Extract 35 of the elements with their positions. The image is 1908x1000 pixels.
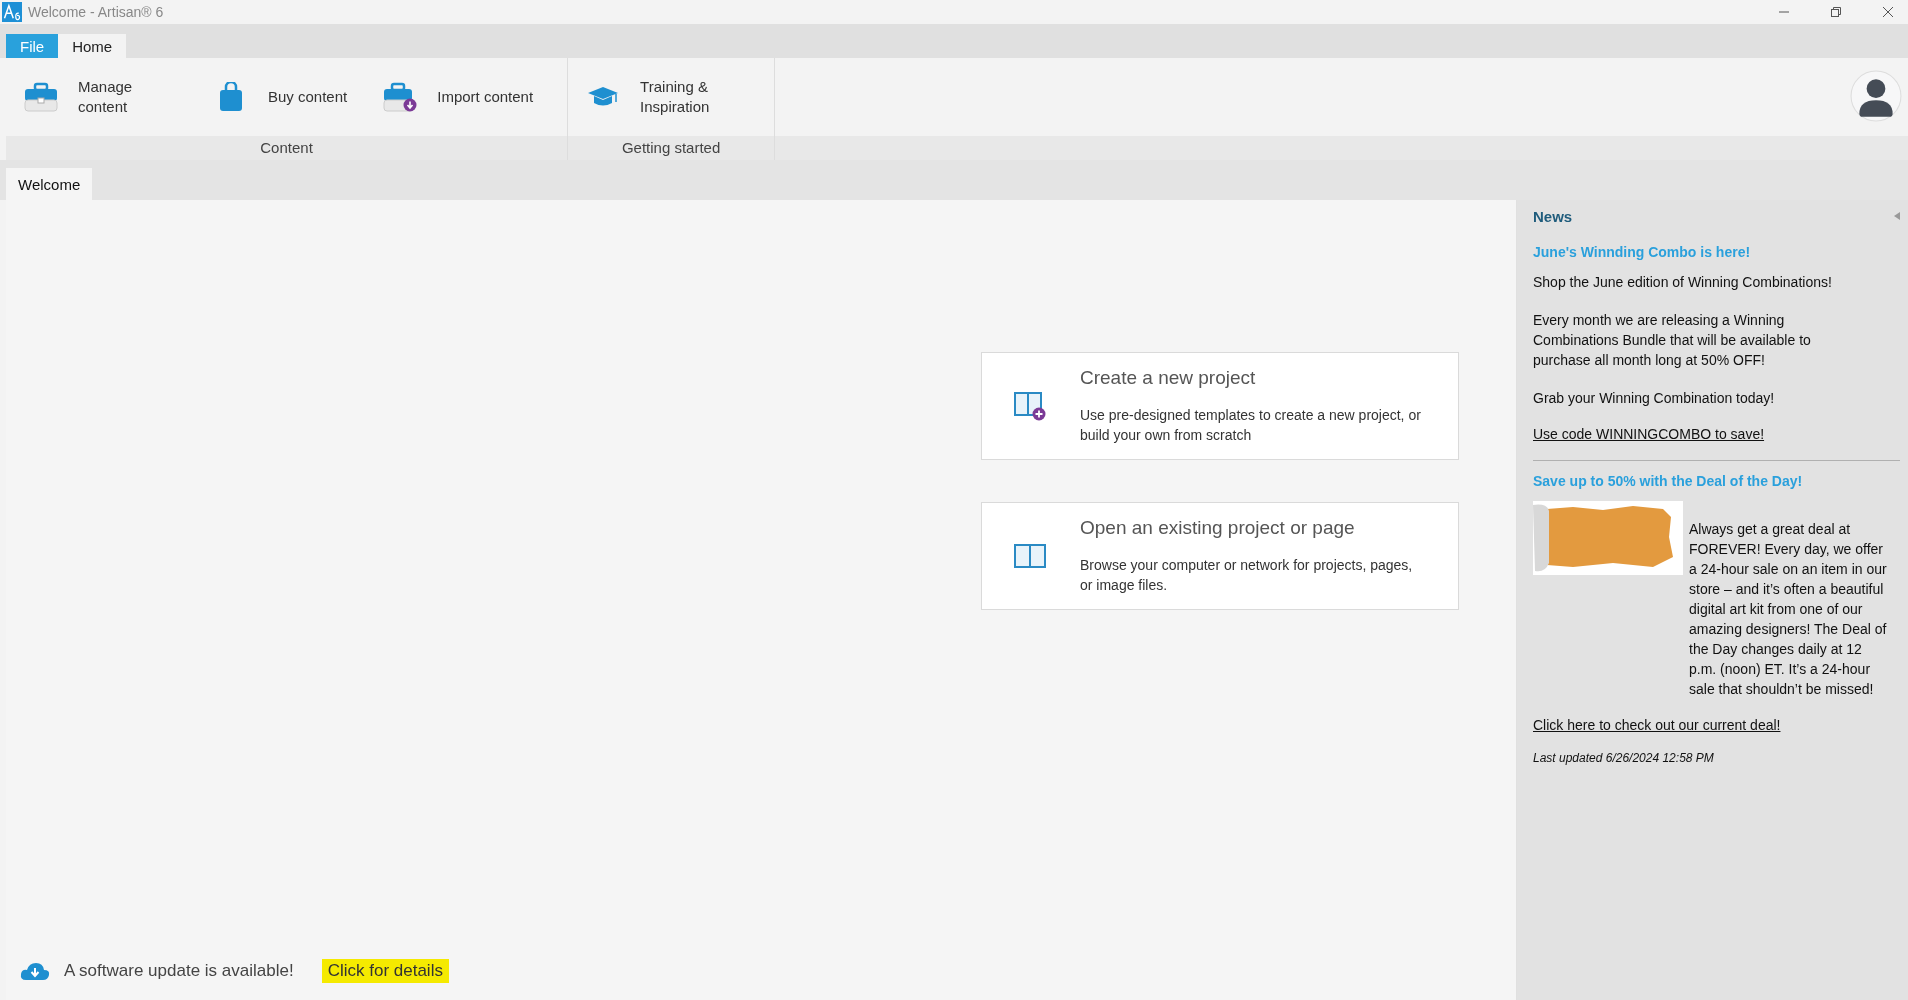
user-avatar-icon[interactable]: [1850, 70, 1902, 122]
card-title: Open an existing project or page: [1080, 517, 1356, 539]
ribbon-button[interactable]: Training & Inspiration: [576, 71, 751, 123]
action-card[interactable]: Create a new project Use pre-designed templates to create a new project, or build your own from scratch: [981, 352, 1459, 460]
toolbox-icon: [24, 82, 58, 112]
close-icon[interactable]: [1882, 6, 1894, 18]
last-updated-text: Last updated 6/26/2024 12:58 PM: [1533, 751, 1715, 765]
window-title: Welcome - Artisan® 6: [28, 4, 164, 20]
news-headline: June's Winnding Combo is here!: [1533, 244, 1752, 260]
news-headline: Save up to 50% with the Deal of the Day!: [1533, 473, 1804, 489]
ribbon-button[interactable]: Import content: [373, 76, 544, 118]
news-link[interactable]: Use code WINNINGCOMBO to save!: [1533, 426, 1765, 442]
news-paragraph: Every month we are releasing a Winning Combinations Bundle that will be available to purchase all month long at 50% OFF!: [1533, 311, 1812, 370]
document-tab[interactable]: Welcome: [6, 168, 93, 200]
ribbon-button[interactable]: Manage content: [14, 71, 188, 123]
news-paragraph: Shop the June edition of Winning Combinations!: [1533, 273, 1833, 292]
ribbon-group-label: Getting started: [568, 136, 775, 160]
card-description: Browse your computer or network for projects, pages, or image files.: [1080, 556, 1414, 595]
card-description: Use pre-designed templates to create a new project, or build your own from scratch: [1080, 406, 1422, 445]
ribbon-button[interactable]: Buy content: [204, 76, 358, 118]
action-card[interactable]: Open an existing project or page Browse your computer or network for projects, pages, or image files.: [981, 502, 1459, 610]
news-title: News: [1533, 207, 1573, 225]
toolbox-download-icon: [383, 82, 418, 112]
new-book-icon: [1014, 391, 1046, 421]
restore-icon[interactable]: [1830, 6, 1842, 18]
book-icon: [1014, 541, 1046, 571]
card-title: Create a new project: [1080, 367, 1257, 389]
news-paragraph: Grab your Winning Combination today!: [1533, 389, 1776, 408]
ribbon-tab[interactable]: Home: [58, 34, 127, 58]
cloud-download-icon: [20, 960, 50, 982]
news-link[interactable]: Click here to check out our current deal!: [1533, 717, 1781, 733]
ribbon-group-label: Content: [6, 136, 568, 160]
news-paragraph: Always get a great deal at FOREVER! Every day, we offer a 24-hour sale on an item in our store – and it’s often a beautiful digital art kit from one of our amazing designers! The Deal of the Day changes daily at 12 p.m. (noon) ET. It’s a 24-hour sale that shouldn’t be missed!: [1689, 520, 1888, 699]
details-link[interactable]: Click for details: [321, 959, 449, 983]
update-message: A software update is available!: [64, 961, 294, 981]
